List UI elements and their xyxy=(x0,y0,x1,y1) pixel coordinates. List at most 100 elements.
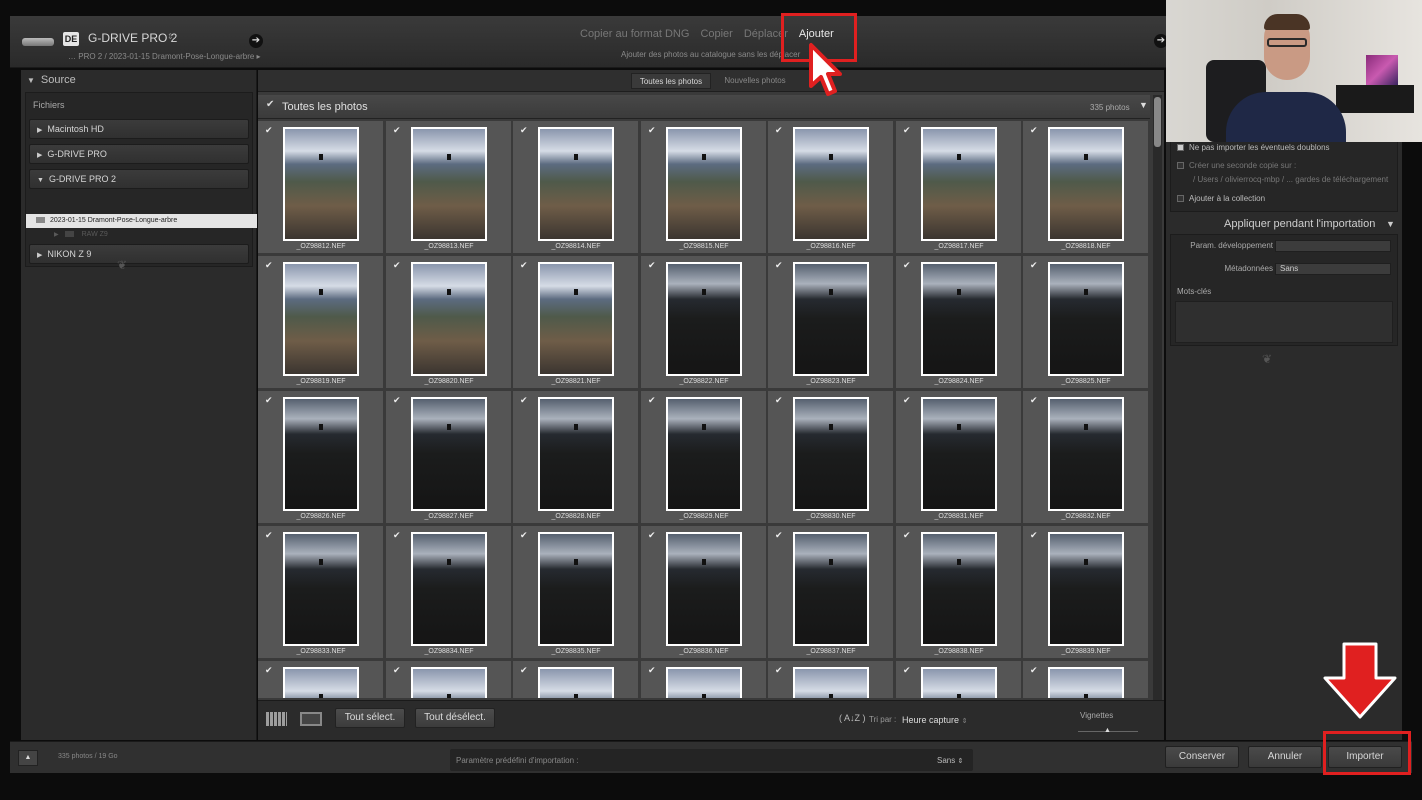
photo-cell[interactable]: ✔ xyxy=(896,661,1022,698)
photo-thumbnail[interactable] xyxy=(921,127,997,241)
photo-cell[interactable]: ✔ xyxy=(513,661,639,698)
import-preset-bar[interactable]: Paramètre prédéfini d'importation : Sans… xyxy=(450,749,973,771)
photo-thumbnail[interactable] xyxy=(793,397,869,511)
photo-cell[interactable]: ✔ _OZ98836.NEF xyxy=(641,526,767,659)
photo-thumbnail[interactable] xyxy=(411,532,487,646)
photo-checkbox-icon[interactable]: ✔ xyxy=(520,530,528,541)
photo-thumbnail[interactable] xyxy=(411,397,487,511)
deselect-all-button[interactable]: Tout désélect. xyxy=(415,708,495,728)
photo-checkbox-icon[interactable]: ✔ xyxy=(520,665,528,676)
photo-checkbox-icon[interactable]: ✔ xyxy=(1030,665,1038,676)
photo-thumbnail[interactable] xyxy=(666,262,742,376)
checkbox-icon[interactable] xyxy=(1177,195,1184,203)
photo-thumbnail[interactable] xyxy=(921,532,997,646)
photo-thumbnail[interactable] xyxy=(921,667,997,698)
photo-thumbnail[interactable] xyxy=(538,127,614,241)
photo-cell[interactable]: ✔ _OZ98815.NEF xyxy=(641,121,767,254)
photo-thumbnail[interactable] xyxy=(793,127,869,241)
triangle-down-icon[interactable]: ▼ xyxy=(1386,219,1395,229)
photo-cell[interactable]: ✔ _OZ98818.NEF xyxy=(1023,121,1149,254)
photo-thumbnail[interactable] xyxy=(283,667,359,698)
photo-cell[interactable]: ✔ xyxy=(386,661,512,698)
photo-cell[interactable]: ✔ _OZ98821.NEF xyxy=(513,256,639,389)
photo-checkbox-icon[interactable]: ✔ xyxy=(903,125,911,136)
checkbox-checked-icon[interactable] xyxy=(1177,144,1184,152)
photo-checkbox-icon[interactable]: ✔ xyxy=(648,125,656,136)
photo-checkbox-icon[interactable]: ✔ xyxy=(393,530,401,541)
photo-checkbox-icon[interactable]: ✔ xyxy=(520,260,528,271)
photo-checkbox-icon[interactable]: ✔ xyxy=(1030,395,1038,406)
photo-cell[interactable]: ✔ _OZ98820.NEF xyxy=(386,256,512,389)
triangle-down-icon[interactable]: ▼ xyxy=(1139,100,1148,110)
photo-cell[interactable]: ✔ _OZ98826.NEF xyxy=(258,391,384,524)
photo-cell[interactable]: ✔ _OZ98823.NEF xyxy=(768,256,894,389)
photo-cell[interactable]: ✔ _OZ98814.NEF xyxy=(513,121,639,254)
grid-view-icon[interactable] xyxy=(266,712,287,726)
photo-thumbnail[interactable] xyxy=(666,397,742,511)
photo-checkbox-icon[interactable]: ✔ xyxy=(393,665,401,676)
photo-checkbox-icon[interactable]: ✔ xyxy=(520,125,528,136)
sort-az-icon[interactable]: ( A↓Z ) xyxy=(839,713,866,723)
photo-cell[interactable]: ✔ _OZ98834.NEF xyxy=(386,526,512,659)
photo-cell[interactable]: ✔ _OZ98825.NEF xyxy=(1023,256,1149,389)
photo-cell[interactable]: ✔ xyxy=(1023,661,1149,698)
photo-checkbox-icon[interactable]: ✔ xyxy=(1030,125,1038,136)
photo-checkbox-icon[interactable]: ✔ xyxy=(903,260,911,271)
photo-checkbox-icon[interactable]: ✔ xyxy=(393,125,401,136)
photo-cell[interactable]: ✔ _OZ98828.NEF xyxy=(513,391,639,524)
photo-checkbox-icon[interactable]: ✔ xyxy=(775,125,783,136)
photo-cell[interactable]: ✔ _OZ98831.NEF xyxy=(896,391,1022,524)
photo-thumbnail[interactable] xyxy=(283,397,359,511)
metadata-select[interactable]: Sans xyxy=(1275,263,1391,275)
photo-checkbox-icon[interactable]: ✔ xyxy=(775,260,783,271)
photo-cell[interactable]: ✔ _OZ98816.NEF xyxy=(768,121,894,254)
photo-checkbox-icon[interactable]: ✔ xyxy=(648,530,656,541)
photo-thumbnail[interactable] xyxy=(1048,532,1124,646)
photo-cell[interactable]: ✔ _OZ98819.NEF xyxy=(258,256,384,389)
photo-cell[interactable]: ✔ _OZ98833.NEF xyxy=(258,526,384,659)
develop-settings-select[interactable] xyxy=(1275,240,1391,252)
volume-g-drive-pro[interactable]: ▶ G-DRIVE PRO xyxy=(29,144,249,164)
photo-checkbox-icon[interactable]: ✔ xyxy=(393,260,401,271)
tab-all-photos[interactable]: Toutes les photos xyxy=(631,73,711,89)
photo-checkbox-icon[interactable]: ✔ xyxy=(903,665,911,676)
scrollbar-thumb[interactable] xyxy=(1154,97,1161,147)
photo-checkbox-icon[interactable]: ✔ xyxy=(775,395,783,406)
photo-thumbnail[interactable] xyxy=(921,262,997,376)
photo-cell[interactable]: ✔ _OZ98829.NEF xyxy=(641,391,767,524)
photo-cell[interactable]: ✔ xyxy=(768,661,894,698)
photo-thumbnail[interactable] xyxy=(411,262,487,376)
photo-thumbnail[interactable] xyxy=(283,127,359,241)
photo-checkbox-icon[interactable]: ✔ xyxy=(265,530,273,541)
preset-select[interactable]: Sans ⇕ xyxy=(937,756,963,765)
keywords-input[interactable] xyxy=(1175,301,1393,343)
photo-thumbnail[interactable] xyxy=(1048,127,1124,241)
photo-checkbox-icon[interactable]: ✔ xyxy=(648,260,656,271)
slider-knob-icon[interactable]: ▲ xyxy=(1104,727,1111,734)
apply-during-import-header[interactable]: Appliquer pendant l'importation xyxy=(1224,218,1375,230)
expand-button[interactable]: ▲ xyxy=(18,750,38,766)
subfolder[interactable]: ▶ RAW Z9 xyxy=(54,231,108,238)
photo-cell[interactable]: ✔ _OZ98817.NEF xyxy=(896,121,1022,254)
photo-thumbnail[interactable] xyxy=(538,397,614,511)
photo-thumbnail[interactable] xyxy=(411,667,487,698)
photo-thumbnail[interactable] xyxy=(411,127,487,241)
photo-thumbnail[interactable] xyxy=(666,127,742,241)
loupe-view-icon[interactable] xyxy=(300,712,322,726)
source-name[interactable]: G-DRIVE PRO 2 xyxy=(88,31,177,45)
checkbox-icon[interactable] xyxy=(1177,162,1184,170)
photo-checkbox-icon[interactable]: ✔ xyxy=(648,665,656,676)
photo-thumbnail[interactable] xyxy=(793,667,869,698)
source-panel-header[interactable]: ▼ Source xyxy=(27,74,76,86)
volume-macintosh-hd[interactable]: ▶ Macintosh HD xyxy=(29,119,249,139)
photo-checkbox-icon[interactable]: ✔ xyxy=(1030,260,1038,271)
photo-checkbox-icon[interactable]: ✔ xyxy=(265,665,273,676)
photo-cell[interactable]: ✔ _OZ98822.NEF xyxy=(641,256,767,389)
keep-button[interactable]: Conserver xyxy=(1165,746,1239,768)
photo-cell[interactable]: ✔ _OZ98835.NEF xyxy=(513,526,639,659)
photo-cell[interactable]: ✔ _OZ98839.NEF xyxy=(1023,526,1149,659)
grid-scrollbar[interactable] xyxy=(1153,95,1162,700)
photo-checkbox-icon[interactable]: ✔ xyxy=(903,530,911,541)
folder-selected[interactable]: 2023-01-15 Dramont-Pose-Longue-arbre xyxy=(26,214,257,228)
photo-thumbnail[interactable] xyxy=(1048,397,1124,511)
